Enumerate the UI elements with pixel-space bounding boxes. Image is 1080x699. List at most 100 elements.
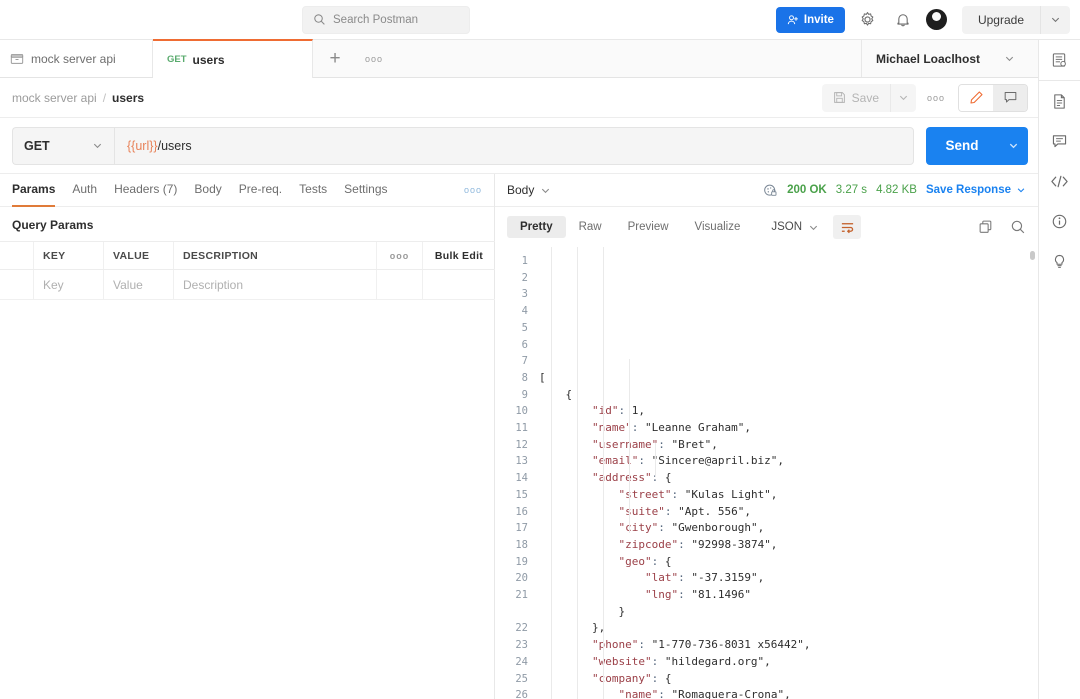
json-code-content[interactable]: [ { "id": 1, "name": "Leanne Graham", "u… xyxy=(535,247,1038,699)
cookie-lock-icon[interactable] xyxy=(763,183,778,198)
breadcrumb-current: users xyxy=(112,90,145,105)
postman-app-window: Search Postman Invite Upgrade mock serve… xyxy=(0,0,1080,699)
search-wrapper: Search Postman xyxy=(302,5,470,34)
breadcrumb-actions: Save ooo xyxy=(821,83,1028,112)
header-key: KEY xyxy=(34,242,104,269)
row-spacer-bulk xyxy=(423,270,495,299)
response-time: 3.27 s xyxy=(835,184,868,196)
request-tab-prerequest[interactable]: Pre-req. xyxy=(239,174,282,207)
request-tab-headers[interactable]: Headers (7) xyxy=(114,174,177,207)
pencil-icon xyxy=(969,90,984,105)
comment-mode-button[interactable] xyxy=(993,84,1027,111)
breadcrumb-separator: / xyxy=(102,90,107,105)
body-chevron-down-icon xyxy=(540,185,551,196)
sidebar-item-lightbulb[interactable] xyxy=(1039,241,1080,281)
url-input[interactable]: {{url}}/users xyxy=(114,126,914,165)
request-tab-settings[interactable]: Settings xyxy=(344,174,387,207)
sidebar-item-comments[interactable] xyxy=(1039,121,1080,161)
upgrade-button[interactable]: Upgrade xyxy=(962,6,1040,34)
request-tab-body[interactable]: Body xyxy=(194,174,221,207)
tab-mock-server-api[interactable]: mock server api xyxy=(0,40,153,77)
save-chevron-down-icon[interactable] xyxy=(890,83,916,112)
search-placeholder-text: Search Postman xyxy=(333,13,419,26)
new-tab-button[interactable]: + xyxy=(313,40,357,77)
tab-more-options-button[interactable]: ooo xyxy=(357,40,391,77)
wrap-lines-button[interactable] xyxy=(833,215,862,239)
header-description: DESCRIPTION xyxy=(174,242,377,269)
response-body-selector[interactable]: Body xyxy=(507,183,551,197)
save-label: Save xyxy=(851,90,879,105)
settings-button[interactable] xyxy=(856,8,880,32)
row-value-input[interactable]: Value xyxy=(104,270,174,299)
upgrade-chevron-down-icon[interactable] xyxy=(1040,5,1070,34)
sidebar-item-documentation[interactable] xyxy=(1039,81,1080,121)
invite-button[interactable]: Invite xyxy=(775,6,845,33)
tab-request-users[interactable]: GET users xyxy=(153,39,313,78)
send-chevron-down-icon[interactable] xyxy=(998,127,1028,165)
row-checkbox[interactable] xyxy=(0,270,34,299)
url-path: /users xyxy=(157,138,192,153)
format-tab-visualize[interactable]: Visualize xyxy=(682,216,754,238)
search-response-button[interactable] xyxy=(1010,219,1026,235)
method-chevron-down-icon xyxy=(92,140,103,151)
row-key-input[interactable]: Key xyxy=(34,270,104,299)
save-response-button[interactable]: Save Response xyxy=(926,184,1026,196)
send-group: Send xyxy=(926,126,1028,165)
save-button[interactable]: Save xyxy=(822,84,890,112)
url-row: GET {{url}}/users Send xyxy=(0,118,1038,174)
format-tab-pretty[interactable]: Pretty xyxy=(507,216,566,238)
response-scrollbar-thumb[interactable] xyxy=(1030,251,1035,260)
request-tab-tests[interactable]: Tests xyxy=(299,174,327,207)
table-row[interactable]: Key Value Description xyxy=(0,270,495,300)
response-size: 4.82 KB xyxy=(876,184,917,196)
collection-tab-label: mock server api xyxy=(31,51,116,66)
bell-icon xyxy=(895,12,911,28)
notifications-button[interactable] xyxy=(891,8,915,32)
search-input[interactable]: Search Postman xyxy=(302,5,470,34)
request-tab-name: users xyxy=(192,52,225,67)
breadcrumb-row: mock server api / users Save ooo xyxy=(0,78,1038,118)
request-tabs: Params Auth Headers (7) Body Pre-req. Te… xyxy=(0,174,494,207)
environment-chevron-down-icon[interactable] xyxy=(980,53,1038,64)
line-numbers: 1 2 3 4 5 6 7 8 9 10 11 12 13 14 15 16 1… xyxy=(515,255,528,699)
topbar-actions: Invite Upgrade xyxy=(775,5,1080,34)
query-params-title: Query Params xyxy=(12,218,94,232)
breadcrumb-parent[interactable]: mock server api xyxy=(12,91,97,105)
sidebar-item-info[interactable] xyxy=(1039,201,1080,241)
bulk-edit-button[interactable]: Bulk Edit xyxy=(423,242,495,269)
response-pane: Body 200 OK 3.27 s 4.82 KB Save Response xyxy=(495,174,1038,699)
postman-orb-icon[interactable] xyxy=(925,9,947,30)
save-group: Save xyxy=(821,83,916,112)
gear-icon xyxy=(859,11,876,28)
sidebar-item-code-snippet[interactable] xyxy=(1039,161,1080,201)
environment-name[interactable]: Michael Loaclhost xyxy=(876,52,980,66)
request-tab-params[interactable]: Params xyxy=(12,174,56,207)
http-method-value: GET xyxy=(24,138,50,153)
copy-button[interactable] xyxy=(978,219,994,235)
invite-label: Invite xyxy=(803,13,834,26)
language-select[interactable]: JSON xyxy=(763,217,827,237)
send-button[interactable]: Send xyxy=(926,127,998,165)
comment-icon xyxy=(1003,90,1018,105)
table-more-options-button[interactable]: ooo xyxy=(377,242,423,269)
format-tab-raw[interactable]: Raw xyxy=(566,216,615,238)
sidebar-item-env-quick-look[interactable] xyxy=(1039,40,1080,80)
response-header: Body 200 OK 3.27 s 4.82 KB Save Response xyxy=(495,174,1038,207)
request-more-options-button[interactable]: ooo xyxy=(916,93,956,103)
right-sidebar xyxy=(1038,40,1080,699)
row-spacer-dots xyxy=(377,270,423,299)
response-meta: 200 OK 3.27 s 4.82 KB Save Response xyxy=(763,183,1026,198)
tab-strip: mock server api GET users + ooo Michael … xyxy=(0,39,1080,78)
wrap-lines-icon xyxy=(840,220,855,235)
http-method-select[interactable]: GET xyxy=(12,126,114,165)
format-tab-preview[interactable]: Preview xyxy=(615,216,682,238)
header-value: VALUE xyxy=(104,242,174,269)
person-add-icon xyxy=(787,14,799,26)
request-tab-auth[interactable]: Auth xyxy=(72,174,97,207)
main-split: Params Auth Headers (7) Body Pre-req. Te… xyxy=(0,174,1038,699)
edit-mode-button[interactable] xyxy=(959,84,993,111)
response-body-code[interactable]: 1 2 3 4 5 6 7 8 9 10 11 12 13 14 15 16 1… xyxy=(495,247,1038,699)
save-response-label: Save Response xyxy=(925,184,1011,196)
request-tabs-more-button[interactable]: ooo xyxy=(464,185,482,195)
row-description-input[interactable]: Description xyxy=(174,270,377,299)
